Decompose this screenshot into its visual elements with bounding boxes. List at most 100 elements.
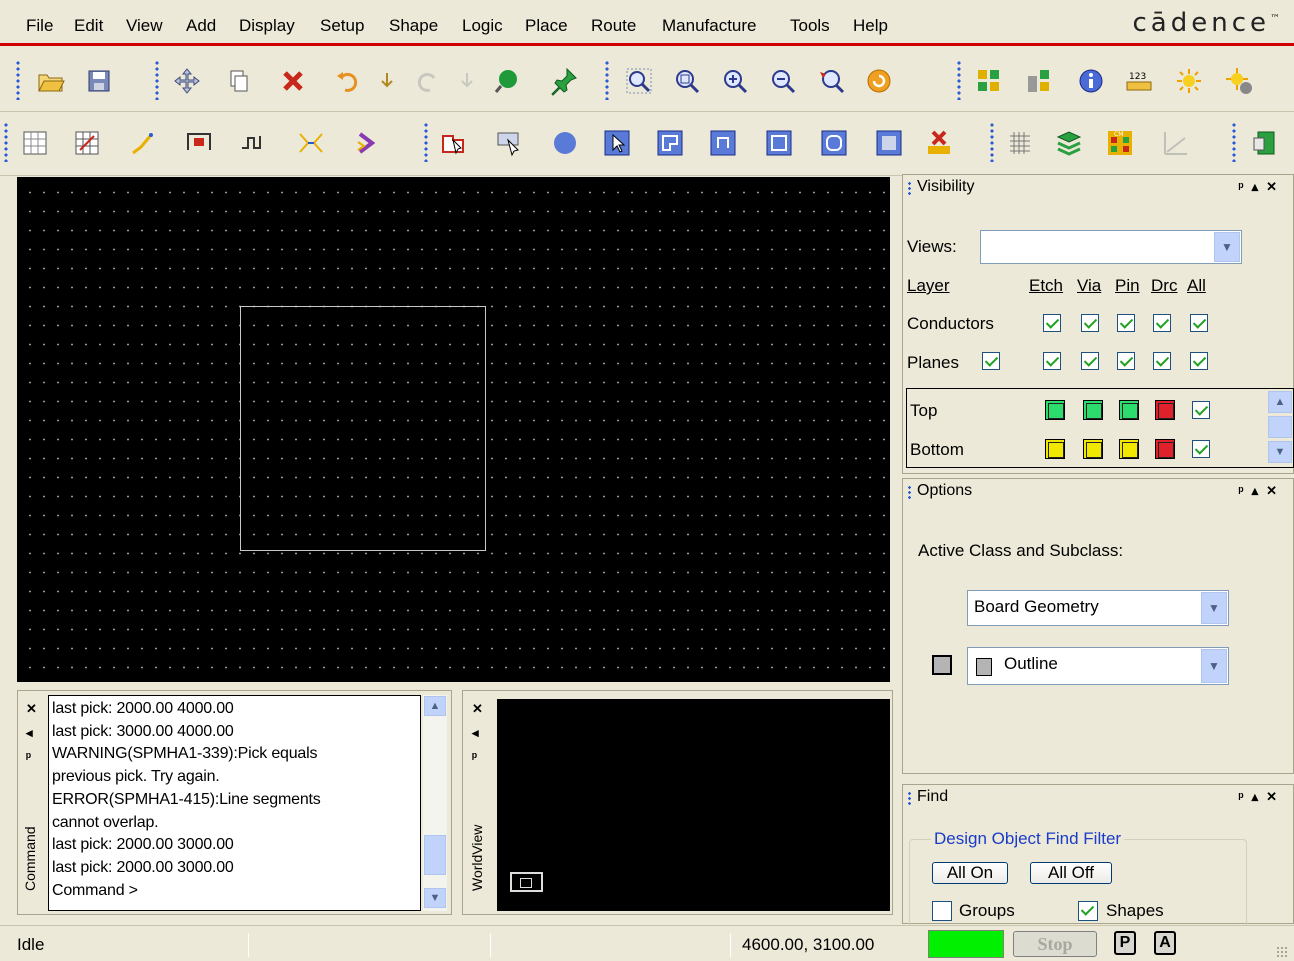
toolbar-grip[interactable] xyxy=(424,122,428,162)
info-icon[interactable] xyxy=(1074,64,1108,98)
circle-outline-icon[interactable] xyxy=(817,126,851,160)
scroll-down-icon[interactable]: ▼ xyxy=(424,888,446,908)
delete-icon[interactable] xyxy=(276,64,310,98)
scroll-thumb[interactable] xyxy=(1268,416,1292,438)
views-select[interactable]: ▼ xyxy=(980,230,1242,264)
subclass-select[interactable]: Outline ▼ xyxy=(967,647,1229,685)
collapse-icon[interactable]: ◂ xyxy=(472,725,479,741)
autoroute-icon[interactable] xyxy=(352,126,386,160)
grid-snap-icon[interactable] xyxy=(70,126,104,160)
collapse-icon[interactable]: ◂ xyxy=(26,725,33,741)
undo-icon[interactable] xyxy=(331,64,365,98)
worldview-viewport[interactable] xyxy=(510,872,543,892)
pin-icon[interactable] xyxy=(547,64,581,98)
select-area-icon[interactable] xyxy=(492,126,526,160)
top-drc-color[interactable] xyxy=(1155,400,1175,420)
rect-shape-icon[interactable] xyxy=(762,126,796,160)
layer-priority-icon[interactable] xyxy=(1022,64,1056,98)
add-rect-icon[interactable] xyxy=(182,126,216,160)
menu-shape[interactable]: Shape xyxy=(389,16,438,36)
groups-checkbox[interactable] xyxy=(932,901,952,921)
menu-add[interactable]: Add xyxy=(186,16,216,36)
toolbar-grip[interactable] xyxy=(4,122,8,162)
measure-icon[interactable]: 123 xyxy=(1122,64,1156,98)
menu-setup[interactable]: Setup xyxy=(320,16,364,36)
circle-shape-icon[interactable] xyxy=(548,126,582,160)
top-via-color[interactable] xyxy=(1083,400,1103,420)
shadow-mode-icon[interactable] xyxy=(1172,64,1206,98)
chevron-down-icon[interactable]: ▼ xyxy=(1201,592,1227,624)
highlight-icon[interactable] xyxy=(1222,64,1256,98)
select-icon[interactable] xyxy=(437,126,471,160)
planes-drc-checkbox[interactable] xyxy=(1153,352,1171,370)
conductors-etch-checkbox[interactable] xyxy=(1043,314,1061,332)
planes-all-checkbox[interactable] xyxy=(1190,352,1208,370)
bottom-pin-color[interactable] xyxy=(1119,439,1139,459)
menu-place[interactable]: Place xyxy=(525,16,568,36)
bottom-via-color[interactable] xyxy=(1083,439,1103,459)
layer-list-scrollbar[interactable]: ▲ ▼ xyxy=(1268,391,1292,465)
worldview-canvas[interactable] xyxy=(497,699,890,911)
command-scrollbar[interactable]: ▲ ▼ xyxy=(423,695,447,911)
redraw-icon[interactable] xyxy=(862,64,896,98)
close-icon[interactable]: ✕ xyxy=(472,701,483,717)
zoom-window-icon[interactable] xyxy=(670,64,704,98)
bottom-all-checkbox[interactable] xyxy=(1192,440,1210,458)
planes-etch-checkbox[interactable] xyxy=(1043,352,1061,370)
pin-icon[interactable]: ᵖ xyxy=(26,749,31,764)
shapes-checkbox[interactable] xyxy=(1078,901,1098,921)
zoom-out-icon[interactable] xyxy=(766,64,800,98)
pin-icon[interactable]: ᵖ xyxy=(472,749,477,764)
snap-icon[interactable] xyxy=(490,64,524,98)
panel-grip[interactable] xyxy=(908,791,911,805)
menu-help[interactable]: Help xyxy=(853,16,888,36)
chevron-down-icon[interactable]: ▼ xyxy=(1201,649,1227,683)
bottom-etch-color[interactable] xyxy=(1045,439,1065,459)
chevron-down-icon[interactable]: ▼ xyxy=(1214,232,1240,262)
delete-shape-icon[interactable] xyxy=(922,126,956,160)
route-icon[interactable] xyxy=(236,126,270,160)
all-off-button[interactable]: All Off xyxy=(1030,862,1112,884)
toolbar-grip[interactable] xyxy=(155,60,159,100)
toolbar-grip[interactable] xyxy=(957,60,961,100)
menu-edit[interactable]: Edit xyxy=(74,16,103,36)
menu-tools[interactable]: Tools xyxy=(790,16,830,36)
panel-controls-icon[interactable]: ᵖ▴✕ xyxy=(1239,179,1286,195)
conductors-all-checkbox[interactable] xyxy=(1190,314,1208,332)
board-outline[interactable] xyxy=(240,306,486,551)
redo-icon[interactable] xyxy=(410,64,444,98)
merge-shape-icon[interactable] xyxy=(872,126,906,160)
panel-controls-icon[interactable]: ᵖ▴✕ xyxy=(1239,483,1286,499)
planes-checkbox[interactable] xyxy=(982,352,1000,370)
conductors-via-checkbox[interactable] xyxy=(1081,314,1099,332)
undo-dropdown-icon[interactable] xyxy=(370,64,404,98)
top-pin-color[interactable] xyxy=(1119,400,1139,420)
shape-edit-icon[interactable] xyxy=(653,126,687,160)
command-log[interactable]: last pick: 2000.00 4000.00 last pick: 30… xyxy=(48,695,421,911)
grid-display-icon[interactable] xyxy=(1002,126,1036,160)
panel-grip[interactable] xyxy=(908,181,911,195)
a-button[interactable]: A xyxy=(1154,931,1176,955)
toolbar-grip[interactable] xyxy=(1232,122,1236,162)
conductors-pin-checkbox[interactable] xyxy=(1117,314,1135,332)
subclass-color-swatch[interactable] xyxy=(932,655,952,675)
fanout-icon[interactable] xyxy=(294,126,328,160)
menu-display[interactable]: Display xyxy=(239,16,295,36)
resize-grip-icon[interactable] xyxy=(1276,946,1288,958)
stop-button[interactable]: Stop xyxy=(1013,931,1097,957)
zoom-fit-icon[interactable] xyxy=(622,64,656,98)
color-dialog-icon[interactable] xyxy=(972,64,1006,98)
select-pointer-icon[interactable] xyxy=(600,126,634,160)
save-icon[interactable] xyxy=(82,64,116,98)
menu-view[interactable]: View xyxy=(126,16,163,36)
design-canvas[interactable] xyxy=(17,177,890,682)
command-prompt[interactable]: Command > xyxy=(52,880,417,903)
toolbar-grip[interactable] xyxy=(605,60,609,100)
class-select[interactable]: Board Geometry ▼ xyxy=(967,590,1229,626)
redo-dropdown-icon[interactable] xyxy=(450,64,484,98)
move-icon[interactable] xyxy=(170,64,204,98)
panel-grip[interactable] xyxy=(908,485,911,499)
conductors-drc-checkbox[interactable] xyxy=(1153,314,1171,332)
menu-route[interactable]: Route xyxy=(591,16,636,36)
scroll-thumb[interactable] xyxy=(424,835,446,875)
